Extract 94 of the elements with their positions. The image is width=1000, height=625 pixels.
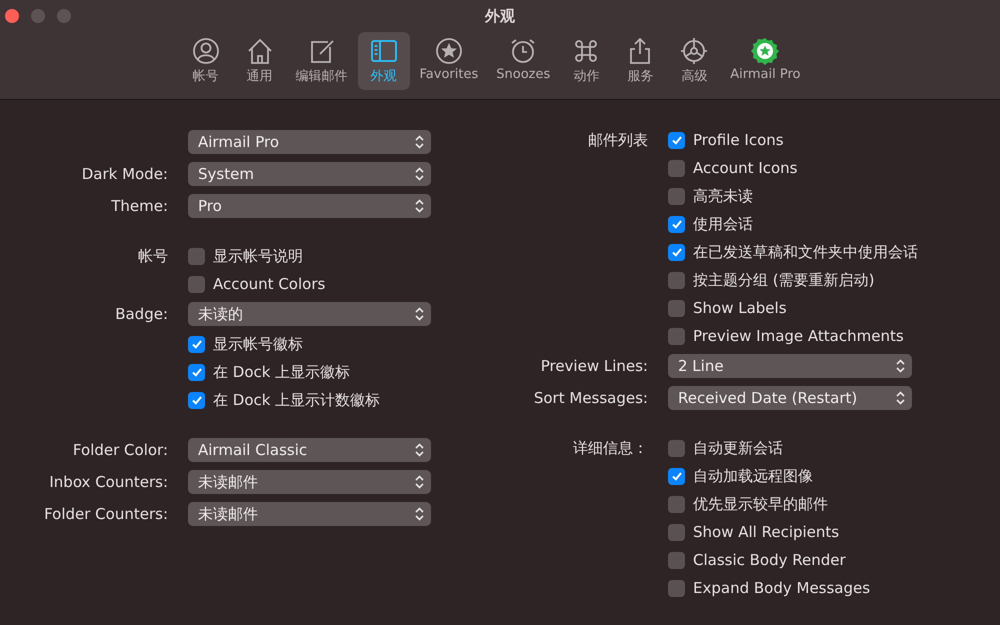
checkbox[interactable]	[188, 276, 205, 292]
checkbox[interactable]	[668, 496, 685, 512]
field-label: Dark Mode:	[80, 165, 168, 183]
close-button[interactable]	[5, 9, 19, 23]
checkbox-label: 高亮未读	[693, 186, 753, 206]
dropdown[interactable]: System	[188, 162, 431, 186]
toolbar-tab[interactable]: 编辑邮件	[288, 32, 356, 90]
chevron-updown-icon	[896, 391, 905, 405]
dropdown[interactable]: 2 Line	[668, 354, 912, 378]
field-label: Folder Counters:	[43, 505, 168, 523]
checkbox[interactable]	[668, 440, 685, 456]
field-label: Badge:	[114, 305, 168, 323]
window-title: 外观	[485, 6, 515, 26]
toolbar-tab[interactable]: 服务	[614, 32, 666, 90]
user-icon	[192, 37, 220, 65]
gear-icon	[680, 37, 708, 65]
checkbox[interactable]	[668, 244, 685, 260]
toolbar-tab[interactable]: 帐号	[180, 32, 232, 90]
checkbox-label: Account Icons	[693, 159, 798, 177]
checkbox-label: Preview Image Attachments	[693, 327, 904, 345]
dropdown[interactable]: Received Date (Restart)	[668, 386, 912, 410]
checkbox-label: Profile Icons	[693, 131, 784, 149]
checkmark-icon	[190, 338, 202, 350]
chevron-updown-icon	[415, 167, 424, 181]
field-label: 详细信息：	[572, 438, 648, 458]
checkbox-label: 自动更新会话	[693, 438, 783, 458]
field-label: 帐号	[137, 246, 168, 266]
checkbox-label: 显示帐号说明	[213, 246, 303, 266]
checkbox[interactable]	[668, 328, 685, 344]
checkbox[interactable]	[668, 272, 685, 288]
checkbox-label: 在 Dock 上显示徽标	[213, 362, 350, 382]
checkbox-label: 显示帐号徽标	[213, 334, 303, 354]
checkbox-label: Show Labels	[693, 299, 787, 317]
checkbox[interactable]	[188, 364, 205, 380]
alarm-clock-icon	[509, 37, 538, 65]
checkbox-label: 在已发送草稿和文件夹中使用会话	[693, 242, 918, 262]
dropdown[interactable]: 未读邮件	[188, 502, 431, 526]
checkbox[interactable]	[668, 216, 685, 232]
dropdown[interactable]: 未读邮件	[188, 470, 431, 494]
dropdown[interactable]: 未读的	[188, 302, 431, 326]
dropdown[interactable]: Airmail Pro	[188, 130, 431, 154]
checkbox-label: 按主题分组 (需要重新启动)	[693, 270, 874, 290]
checkbox[interactable]	[668, 468, 685, 484]
toolbar-tab[interactable]: 通用	[234, 32, 286, 90]
toolbar-tab[interactable]: 外观	[358, 32, 410, 90]
zoom-button[interactable]	[57, 9, 71, 23]
checkbox-label: 在 Dock 上显示计数徽标	[213, 390, 380, 410]
checkbox[interactable]	[668, 580, 685, 596]
field-label: Inbox Counters:	[48, 473, 168, 491]
chevron-updown-icon	[415, 135, 424, 149]
toolbar-tab[interactable]: Favorites	[412, 32, 486, 90]
checkbox[interactable]	[188, 336, 205, 352]
field-label: Folder Color:	[72, 441, 168, 459]
dropdown[interactable]: Pro	[188, 194, 431, 218]
dropdown[interactable]: Airmail Classic	[188, 438, 431, 462]
checkbox-label: Show All Recipients	[693, 523, 840, 541]
field-label: Preview Lines:	[540, 357, 648, 375]
checkmark-icon	[670, 134, 682, 146]
checkmark-icon	[670, 218, 682, 230]
chevron-updown-icon	[415, 307, 424, 321]
chevron-updown-icon	[415, 507, 424, 521]
field-label: 邮件列表	[587, 130, 648, 150]
checkbox[interactable]	[668, 188, 685, 204]
checkbox-label: Expand Body Messages	[693, 579, 870, 597]
sidebar-icon	[370, 37, 398, 65]
chevron-updown-icon	[415, 443, 424, 457]
checkbox[interactable]	[668, 300, 685, 316]
checkmark-icon	[670, 470, 682, 482]
field-label: Theme:	[110, 197, 168, 215]
checkmark-icon	[190, 366, 202, 378]
checkbox[interactable]	[668, 132, 685, 148]
checkbox-label: Classic Body Render	[693, 551, 846, 569]
toolbar-tab[interactable]: 动作	[560, 32, 612, 90]
checkbox-label: 使用会话	[693, 214, 753, 234]
home-icon	[246, 37, 274, 65]
field-label: Sort Messages:	[532, 389, 648, 407]
toolbar-tab[interactable]: Snoozes	[488, 32, 558, 90]
checkbox-label: 自动加载远程图像	[693, 466, 813, 486]
checkbox-label: 优先显示较早的邮件	[693, 494, 828, 514]
minimize-button[interactable]	[31, 9, 45, 23]
checkbox[interactable]	[188, 392, 205, 408]
checkbox[interactable]	[668, 160, 685, 176]
chevron-updown-icon	[896, 359, 905, 373]
chevron-updown-icon	[415, 475, 424, 489]
checkmark-icon	[190, 394, 202, 406]
checkmark-icon	[670, 246, 682, 258]
toolbar-tab[interactable]: Airmail Pro	[722, 32, 808, 90]
checkbox[interactable]	[668, 524, 685, 540]
star-badge-icon	[751, 37, 780, 65]
checkbox-label: Account Colors	[213, 275, 326, 293]
toolbar-tab[interactable]: 高级	[668, 32, 720, 90]
checkbox[interactable]	[668, 552, 685, 568]
chevron-updown-icon	[415, 199, 424, 213]
checkbox[interactable]	[188, 248, 205, 264]
